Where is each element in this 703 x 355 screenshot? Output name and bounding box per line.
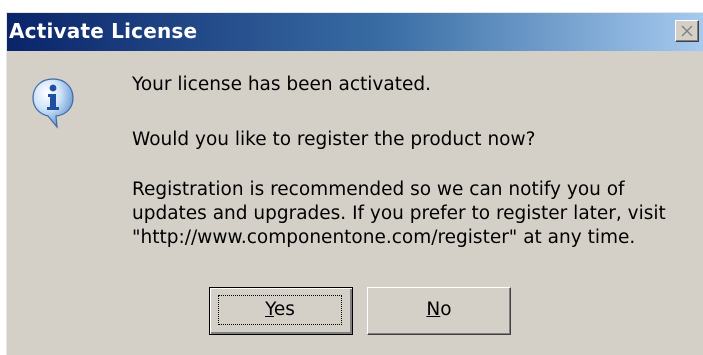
registration-info-line: updates and upgrades. If you prefer to r… <box>132 203 666 224</box>
close-button[interactable] <box>675 20 699 42</box>
yes-accelerator: Y <box>265 299 274 320</box>
close-icon <box>681 25 693 37</box>
information-icon <box>32 78 74 129</box>
no-accelerator: N <box>426 299 441 320</box>
window-title: Activate License <box>9 19 198 43</box>
register-question: Would you like to register the product n… <box>132 129 536 150</box>
registration-info: Registration is recommended so we can no… <box>132 178 666 250</box>
activate-license-dialog: Activate License Your license has been a… <box>6 12 703 355</box>
no-button[interactable]: No <box>367 287 511 335</box>
registration-info-line: "http://www.componentone.com/register" a… <box>132 227 636 248</box>
no-label-rest: o <box>440 299 452 320</box>
registration-info-line: Registration is recommended so we can no… <box>132 179 625 200</box>
yes-button[interactable]: Yes <box>209 287 353 335</box>
activated-message: Your license has been activated. <box>132 74 431 95</box>
focus-rectangle: Yes <box>218 295 342 325</box>
title-bar[interactable]: Activate License <box>7 13 703 51</box>
yes-label-rest: es <box>273 299 295 320</box>
